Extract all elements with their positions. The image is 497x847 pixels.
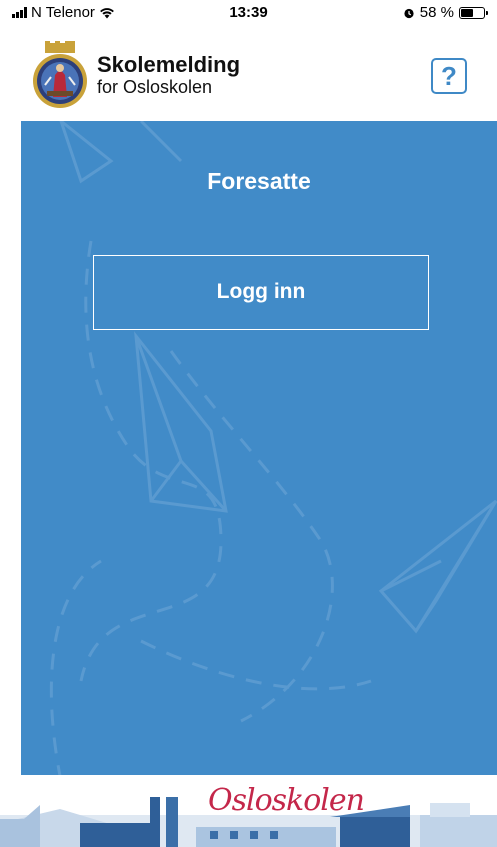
battery-info: 58 % bbox=[403, 4, 488, 21]
footer: Osloskolen bbox=[0, 775, 497, 847]
oslo-coat-of-arms-logo bbox=[33, 41, 87, 108]
panel-heading: Foresatte bbox=[207, 168, 311, 194]
help-button[interactable]: ? bbox=[431, 58, 467, 94]
osloskolen-brand-logo: Osloskolen bbox=[208, 783, 365, 818]
title-block: Skolemelding for Osloskolen bbox=[97, 52, 241, 98]
app-header: Skolemelding for Osloskolen ? bbox=[0, 34, 497, 121]
status-bar: N Telenor 13:39 58 % bbox=[0, 0, 497, 34]
login-panel: Foresatte Logg inn bbox=[21, 121, 497, 775]
login-button[interactable]: Logg inn bbox=[93, 255, 429, 330]
app-title: Skolemelding bbox=[97, 52, 241, 77]
battery-icon bbox=[459, 6, 488, 19]
paper-plane-background-decoration bbox=[49, 121, 497, 775]
alarm-icon bbox=[404, 8, 414, 18]
app-subtitle: for Osloskolen bbox=[97, 77, 213, 97]
battery-percent: 58 % bbox=[419, 4, 454, 21]
